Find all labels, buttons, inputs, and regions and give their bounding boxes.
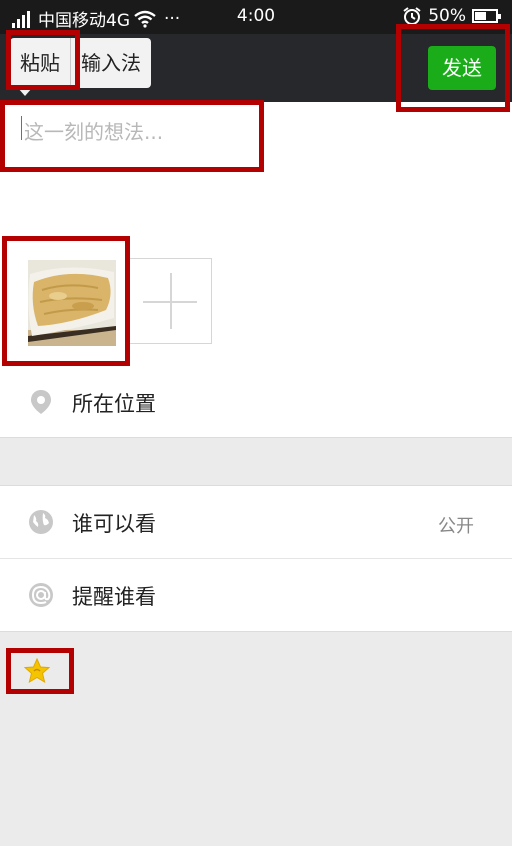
- location-pin-icon: [31, 390, 51, 414]
- annotation-box-paste: [6, 30, 80, 90]
- mention-row[interactable]: 提醒谁看: [0, 558, 512, 632]
- location-row[interactable]: 所在位置: [0, 370, 512, 436]
- location-label: 所在位置: [72, 392, 156, 416]
- annotation-box-emoji: [6, 648, 74, 694]
- globe-icon: [29, 510, 53, 534]
- alarm-icon: [403, 7, 421, 25]
- section-divider: [0, 437, 512, 438]
- visibility-row[interactable]: 谁可以看 公开: [0, 485, 512, 558]
- annotation-box-text-input: [0, 100, 264, 172]
- visibility-value: 公开: [438, 516, 474, 537]
- annotation-box-photo: [2, 236, 130, 366]
- mention-label: 提醒谁看: [72, 585, 156, 609]
- battery-percent: 50%: [428, 6, 466, 26]
- battery-icon: [472, 9, 501, 23]
- input-method-button[interactable]: 输入法: [70, 38, 151, 88]
- visibility-label: 谁可以看: [72, 512, 156, 536]
- add-photo-button[interactable]: [128, 258, 212, 344]
- annotation-box-send: [396, 24, 510, 112]
- at-icon: [29, 583, 53, 607]
